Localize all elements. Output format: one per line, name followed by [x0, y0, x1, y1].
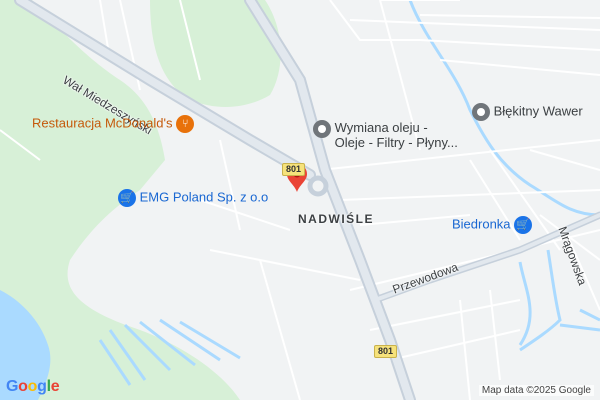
logo-letter: g: [37, 378, 47, 395]
shopping-cart-icon: 🛒: [118, 189, 136, 207]
pin-dot-icon: [472, 103, 490, 121]
poi-wymiana[interactable]: Wymiana oleju - Oleje - Filtry - Płyny..…: [313, 120, 458, 150]
poi-wymiana-label-2: Oleje - Filtry - Płyny...: [334, 135, 458, 150]
poi-emg[interactable]: 🛒 EMG Poland Sp. z o.o: [118, 189, 268, 207]
poi-emg-label: EMG Poland Sp. z o.o: [139, 189, 269, 205]
google-logo[interactable]: Google: [6, 378, 60, 396]
road-shield-bottom: 801: [374, 345, 398, 358]
shopping-cart-icon: 🛒: [514, 216, 533, 234]
map-canvas[interactable]: Wał Miedzeszyński Przewodowa Mrągowska 8…: [0, 0, 600, 400]
map-attribution[interactable]: Map data ©2025 Google: [478, 385, 594, 396]
poi-wymiana-label: Wymiana oleju -: [334, 120, 428, 135]
logo-letter: e: [50, 378, 60, 395]
poi-mcdonalds-label: Restauracja McDonald's: [32, 115, 173, 131]
logo-letter: o: [18, 378, 28, 395]
poi-biedronka-label: Biedronka: [452, 216, 511, 232]
poi-biedronka[interactable]: Biedronka 🛒: [452, 216, 533, 234]
map-base-layer: [0, 0, 600, 400]
poi-mcdonalds[interactable]: Restauracja McDonald's ⑂: [32, 115, 195, 133]
logo-letter: G: [6, 378, 19, 395]
poi-blekitny[interactable]: Błękitny Wawer: [472, 103, 583, 121]
roundabout: [307, 175, 329, 197]
fork-knife-icon: ⑂: [176, 115, 195, 133]
logo-letter: o: [27, 378, 38, 395]
road-shield-top: 801: [282, 163, 306, 176]
area-label: NADWIŚLE: [298, 212, 374, 226]
pin-dot-icon: [313, 120, 331, 138]
poi-blekitny-label: Błękitny Wawer: [493, 103, 583, 119]
